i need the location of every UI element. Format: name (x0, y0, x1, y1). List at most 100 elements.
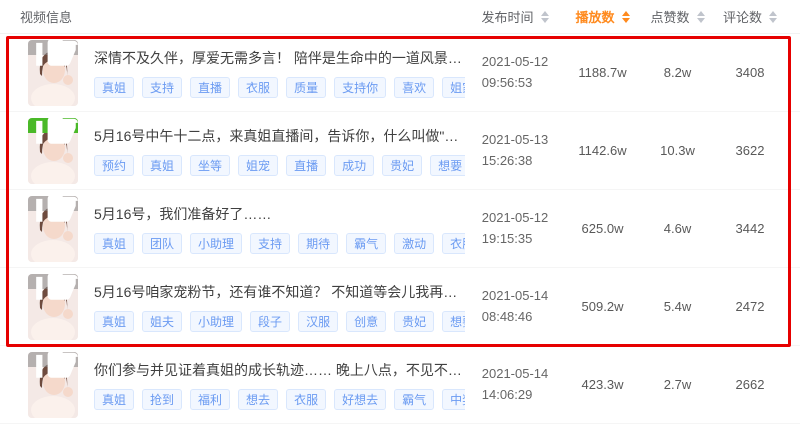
tag[interactable]: 中奖 (442, 388, 465, 410)
tag[interactable]: 小助理 (190, 232, 243, 254)
tag[interactable]: 姐宠 (238, 154, 279, 176)
column-header-video-info: 视频信息 (0, 7, 465, 26)
tag[interactable]: 团队 (142, 232, 183, 254)
tag[interactable]: 坐等 (190, 154, 231, 176)
publish-time-label: 发布时间 (481, 10, 534, 25)
tag[interactable]: 想去 (238, 388, 279, 410)
likes-cell: 4.6w (640, 221, 715, 236)
tag[interactable]: 抢到 (142, 388, 183, 410)
video-title[interactable]: 5月16号中午十二点，来真姐直播间，告诉你，什么叫做"真的"宠粉！ (94, 126, 465, 146)
comments-value: 3622 (735, 143, 765, 158)
publish-time-cell: 2021-05-14 14:06:29 (465, 364, 565, 404)
tag[interactable]: 福利 (190, 388, 231, 410)
publish-time-cell: 2021-05-14 08:48:46 (465, 286, 565, 326)
plays-cell: 423.3w (565, 377, 640, 392)
video-info-label: 视频信息 (20, 10, 73, 25)
tag[interactable]: 小助理 (190, 310, 243, 332)
tag[interactable]: 真姐 (94, 232, 135, 254)
tag[interactable]: 激动 (394, 232, 435, 254)
table-row[interactable]: 42.2 5月16号，我们准备好了…… 真姐团队小助理支持期待霸气激动衣服强大 … (0, 190, 800, 268)
table-row[interactable]: 38.5 你们参与并见证着真姐的成长轨迹…… 晚上八点，不见不散！ 真姐抢到福利… (0, 346, 800, 424)
video-text-block: 5月16号，我们准备好了…… 真姐团队小助理支持期待霸气激动衣服强大 (94, 204, 465, 254)
tag-list: 真姐抢到福利想去衣服好想去霸气中奖支持 (94, 388, 465, 410)
tag[interactable]: 姐夫 (142, 310, 183, 332)
video-thumbnail[interactable]: 45.0 (28, 39, 78, 106)
tag[interactable]: 真姐 (142, 154, 183, 176)
tag[interactable]: 衣服 (286, 388, 327, 410)
tag[interactable]: 段子 (250, 310, 291, 332)
plays-value: 1188.7w (578, 65, 627, 80)
video-info-cell: 57.0 5月16号中午十二点，来真姐直播间，告诉你，什么叫做"真的"宠粉！ 预… (0, 117, 465, 184)
tag[interactable]: 霸气 (346, 232, 387, 254)
tag[interactable]: 创意 (346, 310, 387, 332)
column-header-comments[interactable]: 评论数 (723, 7, 777, 26)
tag[interactable]: 衣服 (238, 76, 279, 98)
tag[interactable]: 支持 (142, 76, 183, 98)
likes-value: 10.3w (660, 143, 695, 158)
video-title[interactable]: 深情不及久伴，厚爱无需多言！ 陪伴是生命中的一道风景，过客无数，愿意与你相伴的人… (94, 48, 465, 68)
tag[interactable]: 直播 (190, 76, 231, 98)
column-header-plays[interactable]: 播放数 (575, 7, 630, 26)
table-row[interactable]: 57.0 5月16号中午十二点，来真姐直播间，告诉你，什么叫做"真的"宠粉！ 预… (0, 112, 800, 190)
video-thumbnail[interactable]: 38.5 (28, 351, 78, 418)
plays-value: 1142.6w (578, 143, 627, 158)
video-thumbnail[interactable]: 57.0 (28, 117, 78, 184)
likes-value: 5.4w (663, 299, 692, 314)
video-info-cell: 43.1 5月16号咱家宠粉节，还有谁不知道？ 不知道等会儿我再来说一遍！ 没预… (0, 273, 465, 340)
column-header-likes[interactable]: 点赞数 (650, 7, 705, 26)
sort-icon-comments[interactable] (769, 10, 777, 23)
tag[interactable]: 想要 (442, 310, 465, 332)
comments-value: 3442 (735, 221, 765, 236)
video-text-block: 你们参与并见证着真姐的成长轨迹…… 晚上八点，不见不散！ 真姐 抢到 福利 想去 衣服好… (94, 360, 465, 410)
publish-time-cell: 2021-05-13 15:26:38 (465, 130, 565, 170)
video-text-block: 5月16号咱家宠粉节，还有谁不知道？ 不知道等会儿我再来说一遍！ 没预约直播的你… (94, 282, 465, 332)
sort-icon-likes[interactable] (696, 10, 705, 23)
table-header: 视频信息 发布时间 播放数 点赞数 评论数 (0, 0, 800, 34)
tag[interactable]: 期待 (298, 232, 339, 254)
video-title[interactable]: 5月16号咱家宠粉节，还有谁不知道？ 不知道等会儿我再来说一遍！ 没预约直播的你… (94, 282, 465, 302)
tag[interactable]: 喜欢 (394, 76, 435, 98)
comments-cell: 2662 (715, 377, 785, 392)
plays-value: 509.2w (581, 299, 624, 314)
tag[interactable]: 质量 (286, 76, 327, 98)
thumbs-up-icon (32, 195, 78, 237)
thumbs-up-icon (32, 273, 78, 315)
tag[interactable]: 姐家 (442, 76, 465, 98)
tag[interactable]: 好想去 (334, 388, 387, 410)
video-title[interactable]: 5月16号，我们准备好了…… (94, 204, 465, 224)
score-badge: 38.5 (28, 351, 78, 378)
video-title[interactable]: 你们参与并见证着真姐的成长轨迹…… 晚上八点，不见不散！ (94, 360, 465, 380)
tag-list: 真姐团队小助理支持期待霸气激动衣服强大 (94, 232, 465, 254)
tag[interactable]: 衣服 (442, 232, 465, 254)
sort-icon-publish-time[interactable] (540, 10, 549, 23)
publish-clock: 08:48:46 (481, 308, 533, 324)
video-thumbnail[interactable]: 42.2 (28, 195, 78, 262)
plays-value: 423.3w (581, 377, 624, 392)
table-row[interactable]: 43.1 5月16号咱家宠粉节，还有谁不知道？ 不知道等会儿我再来说一遍！ 没预… (0, 268, 800, 346)
tag[interactable]: 想要 (430, 154, 465, 176)
comments-value: 2472 (735, 299, 765, 314)
tag[interactable]: 直播 (286, 154, 327, 176)
plays-cell: 625.0w (565, 221, 640, 236)
table-row[interactable]: 45.0 深情不及久伴，厚爱无需多言！ 陪伴是生命中的一道风景，过客无数，愿意与… (0, 34, 800, 112)
tag[interactable]: 贵妃 (394, 310, 435, 332)
comments-label: 评论数 (722, 10, 762, 25)
column-header-publish-time[interactable]: 发布时间 (481, 7, 549, 26)
tag[interactable]: 真姐 (94, 76, 135, 98)
tag[interactable]: 支持你 (334, 76, 387, 98)
tag[interactable]: 预约 (94, 154, 135, 176)
tag[interactable]: 霸气 (394, 388, 435, 410)
likes-value: 4.6w (663, 221, 692, 236)
publish-clock: 14:06:29 (481, 386, 533, 402)
video-thumbnail[interactable]: 43.1 (28, 273, 78, 340)
tag[interactable]: 真姐 (94, 388, 135, 410)
tag[interactable]: 真姐 (94, 310, 135, 332)
likes-value: 8.2w (663, 65, 692, 80)
publish-date: 2021-05-12 (481, 210, 549, 226)
tag[interactable]: 汉服 (298, 310, 339, 332)
tag[interactable]: 贵妃 (382, 154, 423, 176)
tag[interactable]: 成功 (334, 154, 375, 176)
tag[interactable]: 支持 (250, 232, 291, 254)
sort-icon-plays[interactable] (621, 10, 630, 23)
comments-value: 2662 (735, 377, 765, 392)
